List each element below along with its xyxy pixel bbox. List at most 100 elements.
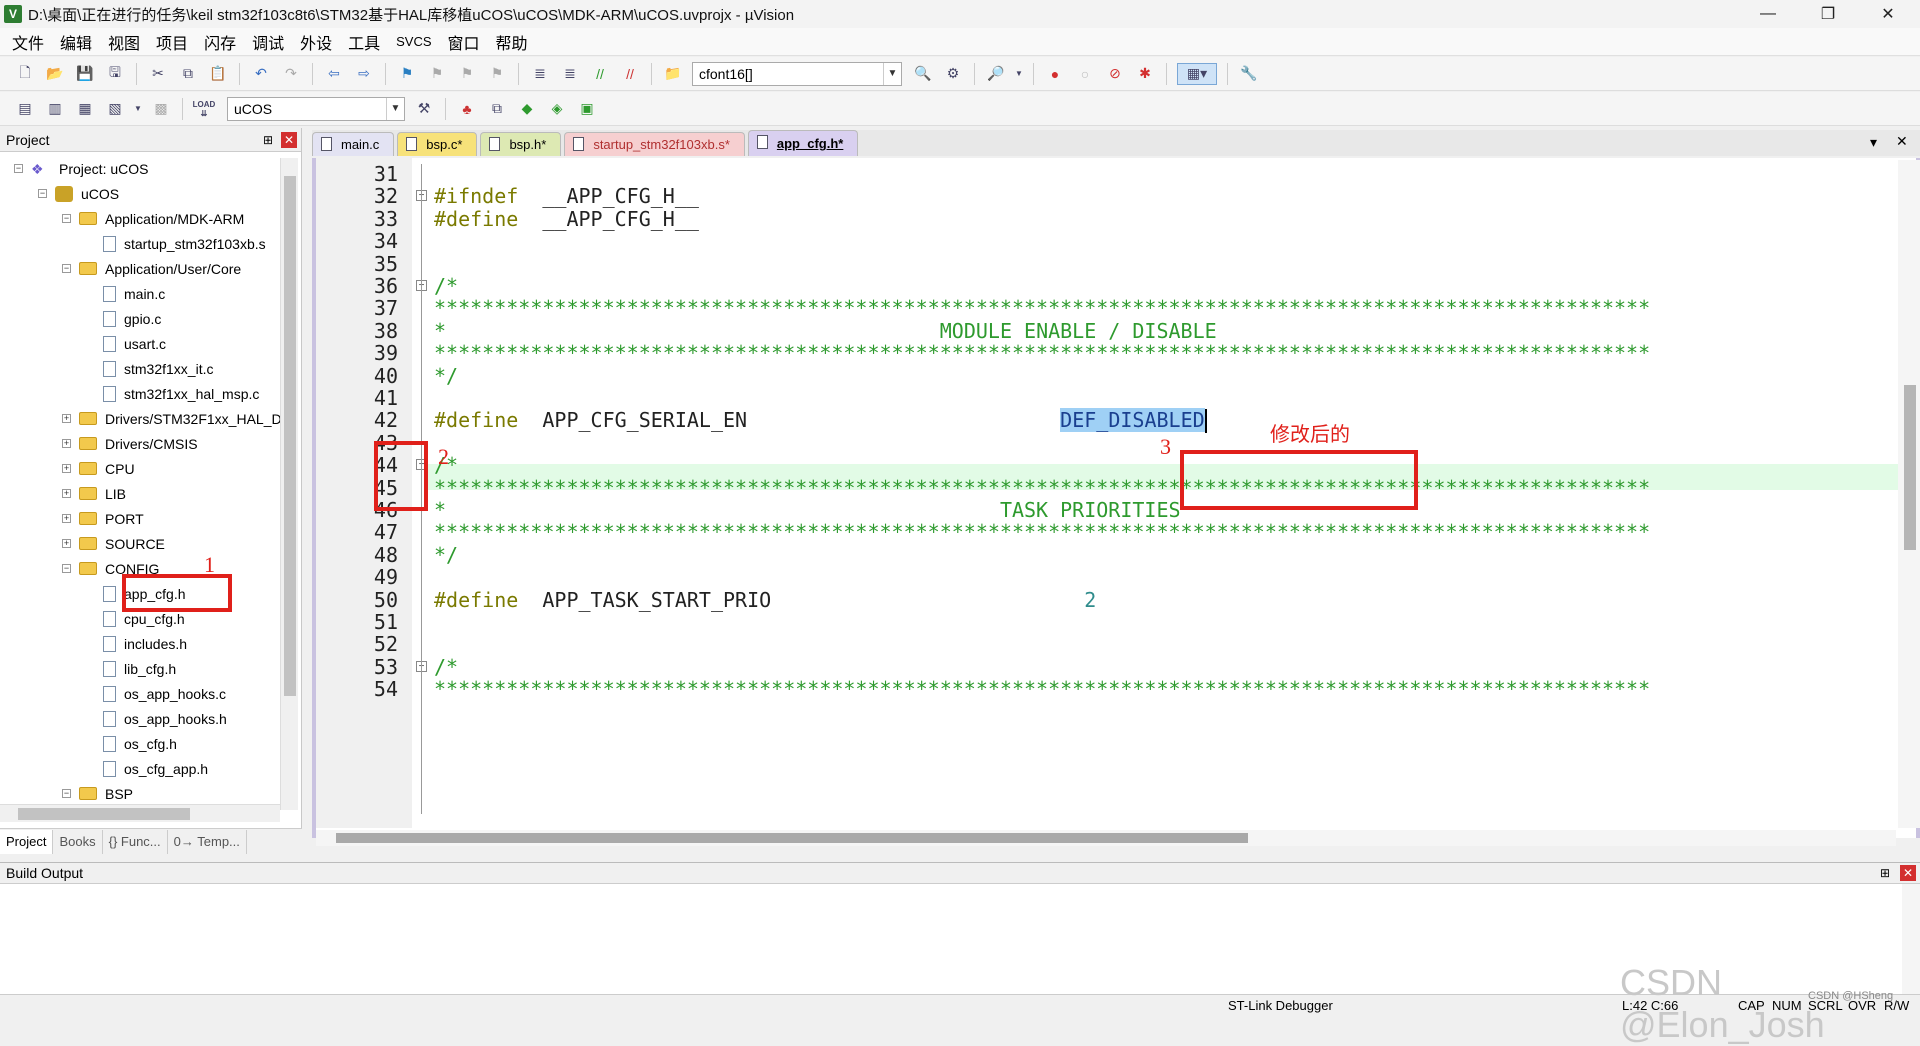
save-all-icon[interactable]: 🖫	[104, 63, 126, 85]
close-editor-icon[interactable]: ✕	[1896, 133, 1908, 150]
debug-session-icon[interactable]: 🔎	[985, 63, 1007, 85]
manage-components-icon[interactable]: ♣	[456, 98, 478, 120]
bookmark-next-icon[interactable]: ⚑	[456, 63, 478, 85]
expand-icon[interactable]: +	[62, 489, 71, 498]
expand-icon[interactable]: +	[62, 514, 71, 523]
configure-wrench-icon[interactable]: 🔧	[1238, 63, 1260, 85]
tab-books[interactable]: Books	[53, 829, 103, 854]
tree-file-item[interactable]: os_app_hooks.c	[103, 681, 226, 706]
collapse-icon[interactable]: −	[62, 789, 71, 798]
close-window-button[interactable]: ✕	[1860, 0, 1916, 28]
chevron-down-icon[interactable]: ▼	[134, 98, 142, 120]
tab-list-chevron-icon[interactable]: ▾	[1870, 134, 1877, 151]
tree-group-item[interactable]: − Application/MDK-ARM	[62, 206, 244, 231]
tree-group-item[interactable]: + PORT	[62, 506, 144, 531]
scroll-thumb[interactable]	[284, 176, 296, 696]
minimize-button[interactable]: —	[1740, 0, 1796, 28]
options-for-target-icon[interactable]: ⚒	[413, 98, 435, 120]
editor-tab[interactable]: app_cfg.h*	[747, 130, 859, 156]
menu-debug[interactable]: 调试	[244, 30, 292, 54]
close-panel-icon[interactable]: ✕	[1900, 865, 1916, 881]
file-extensions-icon[interactable]: ⧉	[486, 98, 508, 120]
tab-project[interactable]: Project	[0, 829, 54, 854]
menu-svcs[interactable]: SVCS	[388, 34, 439, 49]
tree-file-item[interactable]: includes.h	[103, 631, 187, 656]
stop-build-icon[interactable]: ▩	[150, 98, 172, 120]
menu-peripherals[interactable]: 外设	[292, 30, 340, 54]
save-icon[interactable]: 💾	[74, 63, 96, 85]
project-tree-vscroll[interactable]	[280, 158, 298, 810]
find-icon[interactable]: 🔍	[912, 63, 934, 85]
tree-group-item[interactable]: − ❖ Project: uCOS	[14, 156, 148, 181]
scroll-thumb[interactable]	[1904, 385, 1916, 550]
tree-file-item[interactable]: os_app_hooks.h	[103, 706, 227, 731]
pin-icon[interactable]: ⊞	[1880, 866, 1890, 880]
editor-tab[interactable]: startup_stm32f103xb.s*	[564, 132, 745, 156]
tree-file-item[interactable]: os_cfg.h	[103, 731, 177, 756]
editor-tab[interactable]: bsp.h*	[480, 132, 562, 156]
menu-project[interactable]: 项目	[148, 30, 196, 54]
chevron-down-icon[interactable]: ▼	[386, 97, 404, 120]
collapse-icon[interactable]: −	[38, 189, 47, 198]
menu-view[interactable]: 视图	[100, 30, 148, 54]
tab-templates[interactable]: 0→ Temp...	[168, 829, 247, 854]
redo-icon[interactable]: ↷	[280, 63, 302, 85]
unindent-icon[interactable]: ≣	[559, 63, 581, 85]
editor-tab[interactable]: main.c	[312, 132, 395, 156]
tree-group-item[interactable]: + Drivers/STM32F1xx_HAL_Dr	[62, 406, 280, 431]
editor-hscroll[interactable]	[316, 830, 1896, 846]
tree-group-item[interactable]: + LIB	[62, 481, 126, 506]
incremental-find-icon[interactable]: ⚙	[942, 63, 964, 85]
download-load-icon[interactable]: LOAD ⇊	[193, 98, 216, 120]
uncomment-icon[interactable]: //	[619, 63, 641, 85]
expand-icon[interactable]: +	[62, 464, 71, 473]
paste-icon[interactable]: 📋	[207, 63, 229, 85]
build-icon[interactable]: ▥	[44, 98, 66, 120]
tree-file-item[interactable]: lib_cfg.h	[103, 656, 176, 681]
tree-file-item[interactable]: startup_stm32f103xb.s	[103, 231, 266, 256]
breakpoint-kill-all-icon[interactable]: ✱	[1134, 63, 1156, 85]
editor-vscroll[interactable]	[1898, 160, 1920, 828]
restore-button[interactable]: ❐	[1800, 0, 1856, 28]
breakpoint-disable-all-icon[interactable]: ⊘	[1104, 63, 1126, 85]
tree-group-item[interactable]: − BSP	[62, 781, 133, 806]
chevron-down-icon[interactable]: ▼	[1015, 63, 1023, 85]
cut-icon[interactable]: ✂	[147, 63, 169, 85]
tree-group-item[interactable]: + SOURCE	[62, 531, 165, 556]
tree-group-item[interactable]: − Application/User/Core	[62, 256, 241, 281]
menu-flash[interactable]: 闪存	[196, 30, 244, 54]
chevron-down-icon[interactable]: ▼	[883, 62, 901, 85]
collapse-icon[interactable]: −	[62, 214, 71, 223]
window-layout-icon[interactable]: ▦▾	[1177, 62, 1217, 85]
pin-icon[interactable]: ⊞	[263, 133, 273, 147]
bookmark-clear-icon[interactable]: ⚑	[486, 63, 508, 85]
breakpoint-disable-icon[interactable]: ○	[1074, 63, 1096, 85]
collapse-icon[interactable]: −	[62, 564, 71, 573]
back-arrow-icon[interactable]: ⇦	[323, 63, 345, 85]
tree-file-item[interactable]: gpio.c	[103, 306, 161, 331]
target-combo[interactable]: uCOS ▼	[227, 96, 405, 121]
comment-icon[interactable]: //	[589, 63, 611, 85]
pack-installer-icon[interactable]: ◈	[546, 98, 568, 120]
tree-group-item[interactable]: + CPU	[62, 456, 135, 481]
expand-icon[interactable]: +	[62, 414, 71, 423]
code-editor[interactable]: 31 32 33 34 35 36 37 38 39 40 41 42 43 44 45 46 47 48 49 50…	[312, 158, 1920, 838]
collapse-icon[interactable]: −	[62, 264, 71, 273]
project-tree-hscroll[interactable]	[0, 804, 280, 822]
tree-file-item[interactable]: main.c	[103, 281, 165, 306]
tree-file-item[interactable]: stm32f1xx_it.c	[103, 356, 213, 381]
run-time-env-icon[interactable]: ▣	[576, 98, 598, 120]
breakpoint-icon[interactable]: ●	[1044, 63, 1066, 85]
menu-file[interactable]: 文件	[4, 30, 52, 54]
menu-help[interactable]: 帮助	[488, 30, 536, 54]
expand-icon[interactable]: +	[62, 439, 71, 448]
expand-icon[interactable]: +	[62, 539, 71, 548]
menu-tools[interactable]: 工具	[340, 30, 388, 54]
menu-window[interactable]: 窗口	[440, 30, 488, 54]
select-packs-icon[interactable]: ◆	[516, 98, 538, 120]
copy-icon[interactable]: ⧉	[177, 63, 199, 85]
editor-tab[interactable]: bsp.c*	[397, 132, 478, 156]
tab-functions[interactable]: {} Func...	[103, 829, 168, 854]
new-file-icon[interactable]: 🗋	[14, 63, 36, 85]
scroll-thumb[interactable]	[336, 833, 1248, 843]
